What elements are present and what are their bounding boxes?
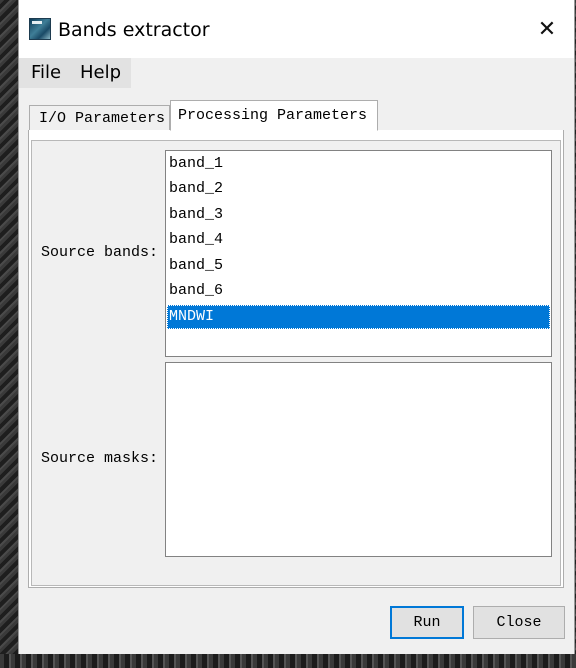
background-bottom <box>0 654 576 668</box>
tab-processing-parameters[interactable]: Processing Parameters <box>170 100 378 131</box>
window-title: Bands extractor <box>58 19 210 41</box>
tab-io-parameters[interactable]: I/O Parameters <box>29 105 170 131</box>
close-button[interactable]: Close <box>473 606 565 639</box>
list-item[interactable]: band_3 <box>167 203 550 227</box>
parameters-group: Source bands: band_1 band_2 band_3 band_… <box>31 140 561 586</box>
run-button[interactable]: Run <box>390 606 464 639</box>
list-item[interactable]: band_2 <box>167 177 550 201</box>
source-bands-label: Source bands: <box>41 244 159 261</box>
list-item[interactable]: band_6 <box>167 279 550 303</box>
menu-file[interactable]: File <box>31 62 61 83</box>
menu-bar: File Help <box>19 58 574 88</box>
background-left <box>0 0 18 668</box>
list-item[interactable]: band_5 <box>167 254 550 278</box>
snap-app-icon <box>29 18 51 40</box>
source-masks-label: Source masks: <box>41 450 159 467</box>
menu-help[interactable]: Help <box>80 62 121 83</box>
list-item-selected[interactable]: MNDWI <box>167 305 550 329</box>
processing-parameters-panel: Source bands: band_1 band_2 band_3 band_… <box>28 130 564 588</box>
source-bands-list[interactable]: band_1 band_2 band_3 band_4 band_5 band_… <box>165 150 552 357</box>
close-icon[interactable]: ✕ <box>534 16 560 42</box>
source-masks-list[interactable] <box>165 362 552 557</box>
list-item[interactable]: band_1 <box>167 152 550 176</box>
bands-extractor-window: Bands extractor ✕ File Help I/O Paramete… <box>18 0 575 654</box>
list-item[interactable]: band_4 <box>167 228 550 252</box>
title-bar[interactable]: Bands extractor ✕ <box>19 0 574 58</box>
